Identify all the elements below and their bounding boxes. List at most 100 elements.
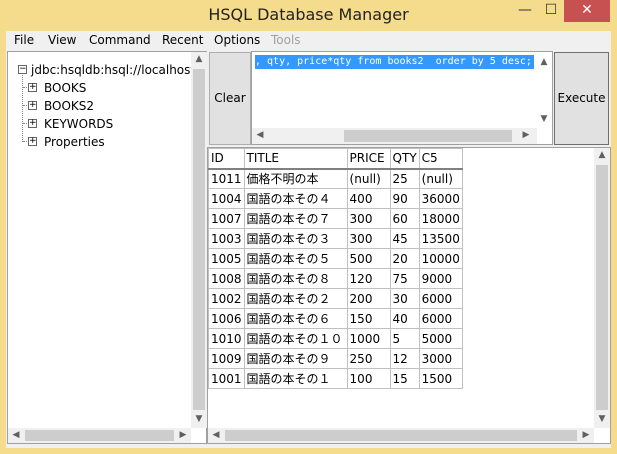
- scroll-right-icon[interactable]: ▶: [580, 430, 592, 440]
- cell-c5[interactable]: 6000: [418, 308, 463, 329]
- cell-qty[interactable]: 60: [389, 208, 420, 229]
- cell-c5[interactable]: 13500: [418, 228, 463, 249]
- table-row[interactable]: 1007 国語の本その７ 300 60 18000: [208, 208, 463, 229]
- tree-vertical-scrollbar[interactable]: ▲ ▼: [191, 52, 207, 428]
- cell-qty[interactable]: 75: [389, 268, 420, 289]
- column-header-title[interactable]: TITLE: [243, 148, 348, 170]
- cell-c5[interactable]: (null): [418, 168, 463, 189]
- scroll-right-icon[interactable]: ▶: [520, 130, 532, 140]
- sql-editor[interactable]: , qty, price*qty from books2 order by 5 …: [251, 51, 553, 145]
- cell-id[interactable]: 1001: [208, 368, 245, 389]
- cell-id[interactable]: 1008: [208, 268, 245, 289]
- cell-title[interactable]: 国語の本その３: [243, 228, 348, 249]
- cell-c5[interactable]: 1500: [418, 368, 463, 389]
- cell-qty[interactable]: 90: [389, 188, 420, 209]
- cell-c5[interactable]: 10000: [418, 248, 463, 269]
- scrollbar-thumb[interactable]: [193, 69, 205, 410]
- table-row[interactable]: 1011 価格不明の本 (null) 25 (null): [208, 168, 463, 189]
- cell-c5[interactable]: 5000: [418, 328, 463, 349]
- cell-price[interactable]: 1000: [346, 328, 391, 349]
- scroll-right-icon[interactable]: ▶: [177, 430, 189, 440]
- scroll-left-icon[interactable]: ◀: [210, 430, 222, 440]
- tree-horizontal-scrollbar[interactable]: ◀ ▶: [8, 428, 191, 443]
- cell-price[interactable]: 300: [346, 208, 391, 229]
- cell-id[interactable]: 1003: [208, 228, 245, 249]
- close-button[interactable]: ✕: [564, 0, 610, 22]
- cell-qty[interactable]: 30: [389, 288, 420, 309]
- expand-icon[interactable]: +: [28, 119, 37, 128]
- cell-price[interactable]: 500: [346, 248, 391, 269]
- tree-node-books2[interactable]: BOOKS2: [44, 99, 94, 113]
- cell-id[interactable]: 1004: [208, 188, 245, 209]
- cell-qty[interactable]: 15: [389, 368, 420, 389]
- cell-price[interactable]: 150: [346, 308, 391, 329]
- scroll-left-icon[interactable]: ◀: [10, 430, 22, 440]
- cell-title[interactable]: 国語の本その５: [243, 248, 348, 269]
- cell-title[interactable]: 国語の本その６: [243, 308, 348, 329]
- menu-recent[interactable]: Recent: [162, 33, 203, 47]
- cell-title[interactable]: 国語の本その１: [243, 368, 348, 389]
- scroll-up-icon[interactable]: ▲: [537, 57, 551, 67]
- results-horizontal-scrollbar[interactable]: ◀ ▶: [208, 428, 594, 443]
- expand-icon[interactable]: +: [28, 101, 37, 110]
- table-row[interactable]: 1009 国語の本その９ 250 12 3000: [208, 348, 463, 369]
- table-row[interactable]: 1004 国語の本その４ 400 90 36000: [208, 188, 463, 209]
- cell-c5[interactable]: 6000: [418, 288, 463, 309]
- execute-button[interactable]: Execute: [554, 52, 609, 145]
- expand-icon[interactable]: +: [28, 137, 37, 146]
- cell-id[interactable]: 1009: [208, 348, 245, 369]
- cell-qty[interactable]: 5: [389, 328, 420, 349]
- cell-c5[interactable]: 3000: [418, 348, 463, 369]
- cell-qty[interactable]: 25: [389, 168, 420, 189]
- title-bar[interactable]: HSQL Database Manager — ☐ ✕: [0, 0, 617, 31]
- cell-qty[interactable]: 12: [389, 348, 420, 369]
- table-row[interactable]: 1010 国語の本その１０ 1000 5 5000: [208, 328, 463, 349]
- scroll-down-icon[interactable]: ▼: [191, 414, 207, 424]
- cell-c5[interactable]: 36000: [418, 188, 463, 209]
- cell-price[interactable]: 200: [346, 288, 391, 309]
- table-row[interactable]: 1001 国語の本その１ 100 15 1500: [208, 368, 463, 389]
- scrollbar-thumb[interactable]: [596, 165, 608, 410]
- scrollbar-thumb[interactable]: [225, 430, 577, 441]
- scroll-left-icon[interactable]: ◀: [254, 130, 266, 140]
- cell-title[interactable]: 国語の本その１０: [243, 328, 348, 349]
- scroll-down-icon[interactable]: ▼: [594, 414, 610, 424]
- tree-node-books[interactable]: BOOKS: [44, 81, 86, 95]
- cell-id[interactable]: 1010: [208, 328, 245, 349]
- cell-title[interactable]: 国語の本その４: [243, 188, 348, 209]
- tree-root[interactable]: jdbc:hsqldb:hsql://localhost/: [31, 63, 199, 77]
- sql-text[interactable]: , qty, price*qty from books2 order by 5 …: [255, 55, 534, 69]
- cell-title[interactable]: 価格不明の本: [243, 168, 348, 189]
- cell-price[interactable]: 250: [346, 348, 391, 369]
- cell-qty[interactable]: 45: [389, 228, 420, 249]
- results-vertical-scrollbar[interactable]: ▲ ▼: [594, 148, 610, 428]
- cell-c5[interactable]: 9000: [418, 268, 463, 289]
- menu-view[interactable]: View: [48, 33, 76, 47]
- cell-c5[interactable]: 18000: [418, 208, 463, 229]
- cell-title[interactable]: 国語の本その９: [243, 348, 348, 369]
- cell-price[interactable]: 300: [346, 228, 391, 249]
- table-row[interactable]: 1005 国語の本その５ 500 20 10000: [208, 248, 463, 269]
- cell-title[interactable]: 国語の本その７: [243, 208, 348, 229]
- cell-price[interactable]: 120: [346, 268, 391, 289]
- minimize-button[interactable]: —: [512, 0, 538, 22]
- column-header-qty[interactable]: QTY: [389, 148, 420, 170]
- table-row[interactable]: 1006 国語の本その６ 150 40 6000: [208, 308, 463, 329]
- scroll-down-icon[interactable]: ▼: [537, 114, 551, 124]
- scroll-up-icon[interactable]: ▲: [191, 54, 207, 64]
- expand-icon[interactable]: +: [28, 83, 37, 92]
- cell-price[interactable]: 100: [346, 368, 391, 389]
- collapse-icon[interactable]: −: [18, 65, 27, 74]
- menu-options[interactable]: Options: [214, 33, 260, 47]
- scrollbar-thumb[interactable]: [344, 130, 512, 142]
- column-header-id[interactable]: ID: [208, 148, 245, 170]
- cell-price[interactable]: 400: [346, 188, 391, 209]
- table-row[interactable]: 1003 国語の本その３ 300 45 13500: [208, 228, 463, 249]
- table-row[interactable]: 1002 国語の本その２ 200 30 6000: [208, 288, 463, 309]
- clear-button[interactable]: Clear: [209, 52, 251, 145]
- cell-price[interactable]: (null): [346, 168, 391, 189]
- cell-id[interactable]: 1006: [208, 308, 245, 329]
- column-header-c5[interactable]: C5: [418, 148, 463, 170]
- cell-id[interactable]: 1007: [208, 208, 245, 229]
- cell-id[interactable]: 1005: [208, 248, 245, 269]
